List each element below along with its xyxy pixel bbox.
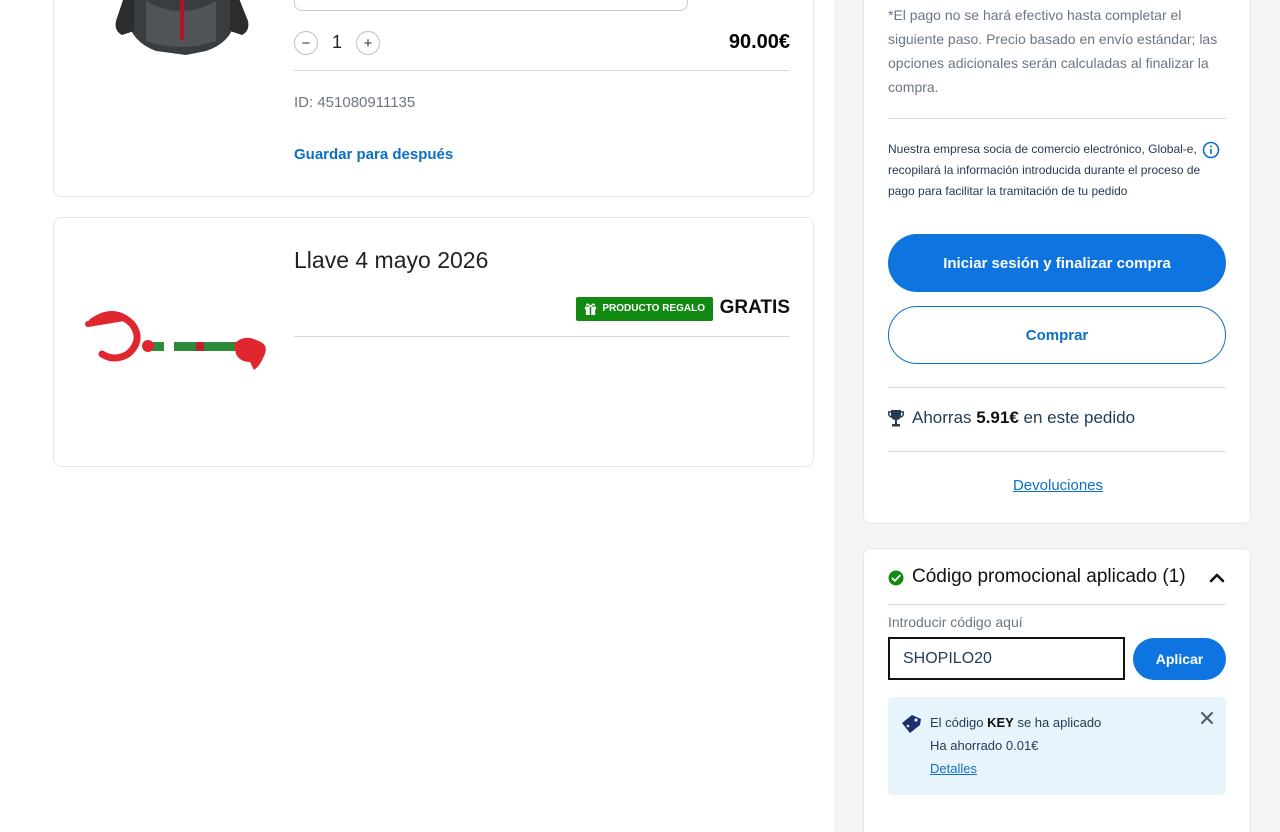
applied-code: KEY [987, 715, 1014, 730]
increase-quantity-button[interactable]: + [356, 31, 380, 55]
chevron-up-icon[interactable] [1208, 569, 1226, 587]
applied-code-notice: El código KEY se ha aplicado Ha ahorrado… [888, 697, 1226, 795]
divider [888, 118, 1226, 119]
decrease-quantity-button[interactable]: − [294, 31, 318, 55]
divider [888, 451, 1226, 452]
item-price: GRATIS [719, 297, 790, 318]
savings-prefix: Ahorras [912, 408, 977, 427]
ticket-icon [902, 715, 921, 733]
close-icon[interactable] [1200, 711, 1214, 725]
product-id: ID: 451080911135 [294, 94, 416, 111]
item-price: 90.00€ [728, 31, 790, 53]
gift-badge: PRODUCTO REGALO [576, 297, 713, 321]
info-icon[interactable] [1202, 141, 1220, 159]
savings-amount: 5.91€ [976, 408, 1019, 427]
applied-suffix: se ha aplicado [1013, 715, 1102, 730]
login-checkout-button[interactable]: Iniciar sesión y finalizar compra [888, 234, 1226, 292]
size-selector[interactable] [294, 0, 688, 11]
promo-code-card: Código promocional aplicado (1) Introduc… [863, 548, 1251, 832]
buy-button[interactable]: Comprar [888, 306, 1226, 364]
cart-item-card: − 1 + 90.00€ ID: 451080911135 Guardar pa… [53, 0, 814, 197]
savings-text: Ahorras 5.91€ en este pedido [912, 408, 1135, 428]
divider [888, 604, 1226, 605]
returns-link[interactable]: Devoluciones [864, 477, 1252, 494]
product-image-jacket[interactable] [86, 0, 276, 57]
gift-badge-label: PRODUCTO REGALO [602, 303, 705, 314]
applied-code-text: El código KEY se ha aplicado [930, 715, 1101, 730]
saved-amount-text: Ha ahorrado 0.01€ [930, 738, 1039, 753]
promo-title: Código promocional aplicado (1) [912, 566, 1186, 587]
quantity-row: − 1 + 90.00€ [294, 31, 790, 57]
apply-promo-button[interactable]: Aplicar [1133, 638, 1226, 680]
payment-note: *El pago no se hará efectivo hasta compl… [888, 7, 1218, 95]
save-for-later-link[interactable]: Guardar para después [294, 146, 453, 163]
cart-item-card: Llave 4 mayo 2026 PRODUCTO REGALO GRATIS [53, 217, 814, 467]
quantity-value: 1 [332, 32, 343, 52]
gift-icon [585, 303, 597, 315]
divider [888, 387, 1226, 388]
product-image-key[interactable] [84, 304, 274, 378]
order-summary-card: *El pago no se hará efectivo hasta compl… [863, 0, 1251, 524]
cart-items-area: − 1 + 90.00€ ID: 451080911135 Guardar pa… [0, 0, 834, 832]
promo-code-input[interactable] [888, 637, 1125, 680]
globale-notice: Nuestra empresa socia de comercio electr… [888, 142, 1201, 198]
check-circle-icon [888, 570, 904, 586]
product-title: Llave 4 mayo 2026 [294, 247, 489, 273]
details-link[interactable]: Detalles [930, 761, 977, 776]
promo-input-label: Introducir código aquí [888, 614, 1023, 630]
gift-row: PRODUCTO REGALO GRATIS [294, 297, 790, 323]
divider [294, 70, 790, 71]
applied-prefix: El código [930, 715, 988, 730]
divider [294, 336, 790, 337]
savings-suffix: en este pedido [1018, 408, 1136, 427]
trophy-icon [888, 410, 904, 427]
